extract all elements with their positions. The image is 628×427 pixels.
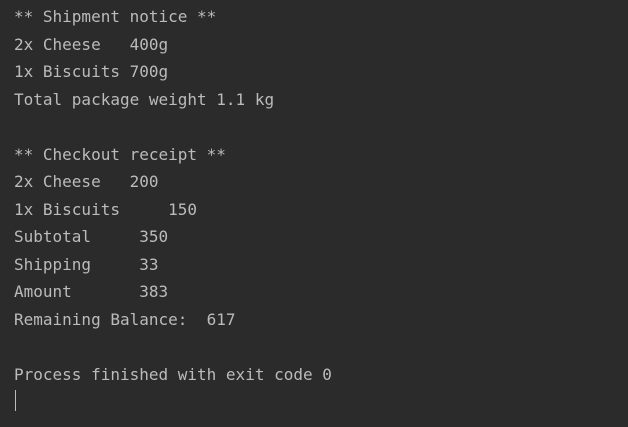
run-console-output[interactable]: ** Shipment notice ** 2x Cheese 400g 1x … xyxy=(14,3,628,427)
shipment-notice-heading: ** Shipment notice ** xyxy=(14,7,217,26)
checkout-receipt-heading: ** Checkout receipt ** xyxy=(14,144,226,164)
receipt-shipping: Shipping 33 xyxy=(14,254,159,274)
receipt-item-biscuits: 1x Biscuits 150 xyxy=(14,199,198,219)
receipt-item-cheese: 2x Cheese 200 xyxy=(14,172,159,191)
receipt-subtotal: Subtotal 350 xyxy=(14,227,169,246)
remaining-balance: Remaining Balance: 617 xyxy=(14,309,236,329)
shipment-item-cheese: 2x Cheese 400g xyxy=(14,34,169,54)
shipment-item-biscuits: 1x Biscuits 700g xyxy=(14,62,169,81)
text-cursor xyxy=(15,390,16,411)
process-exit-message: Process finished with exit code 0 xyxy=(14,364,332,384)
total-package-weight: Total package weight 1.1 kg xyxy=(14,89,275,109)
receipt-amount: Amount 383 xyxy=(14,282,169,301)
